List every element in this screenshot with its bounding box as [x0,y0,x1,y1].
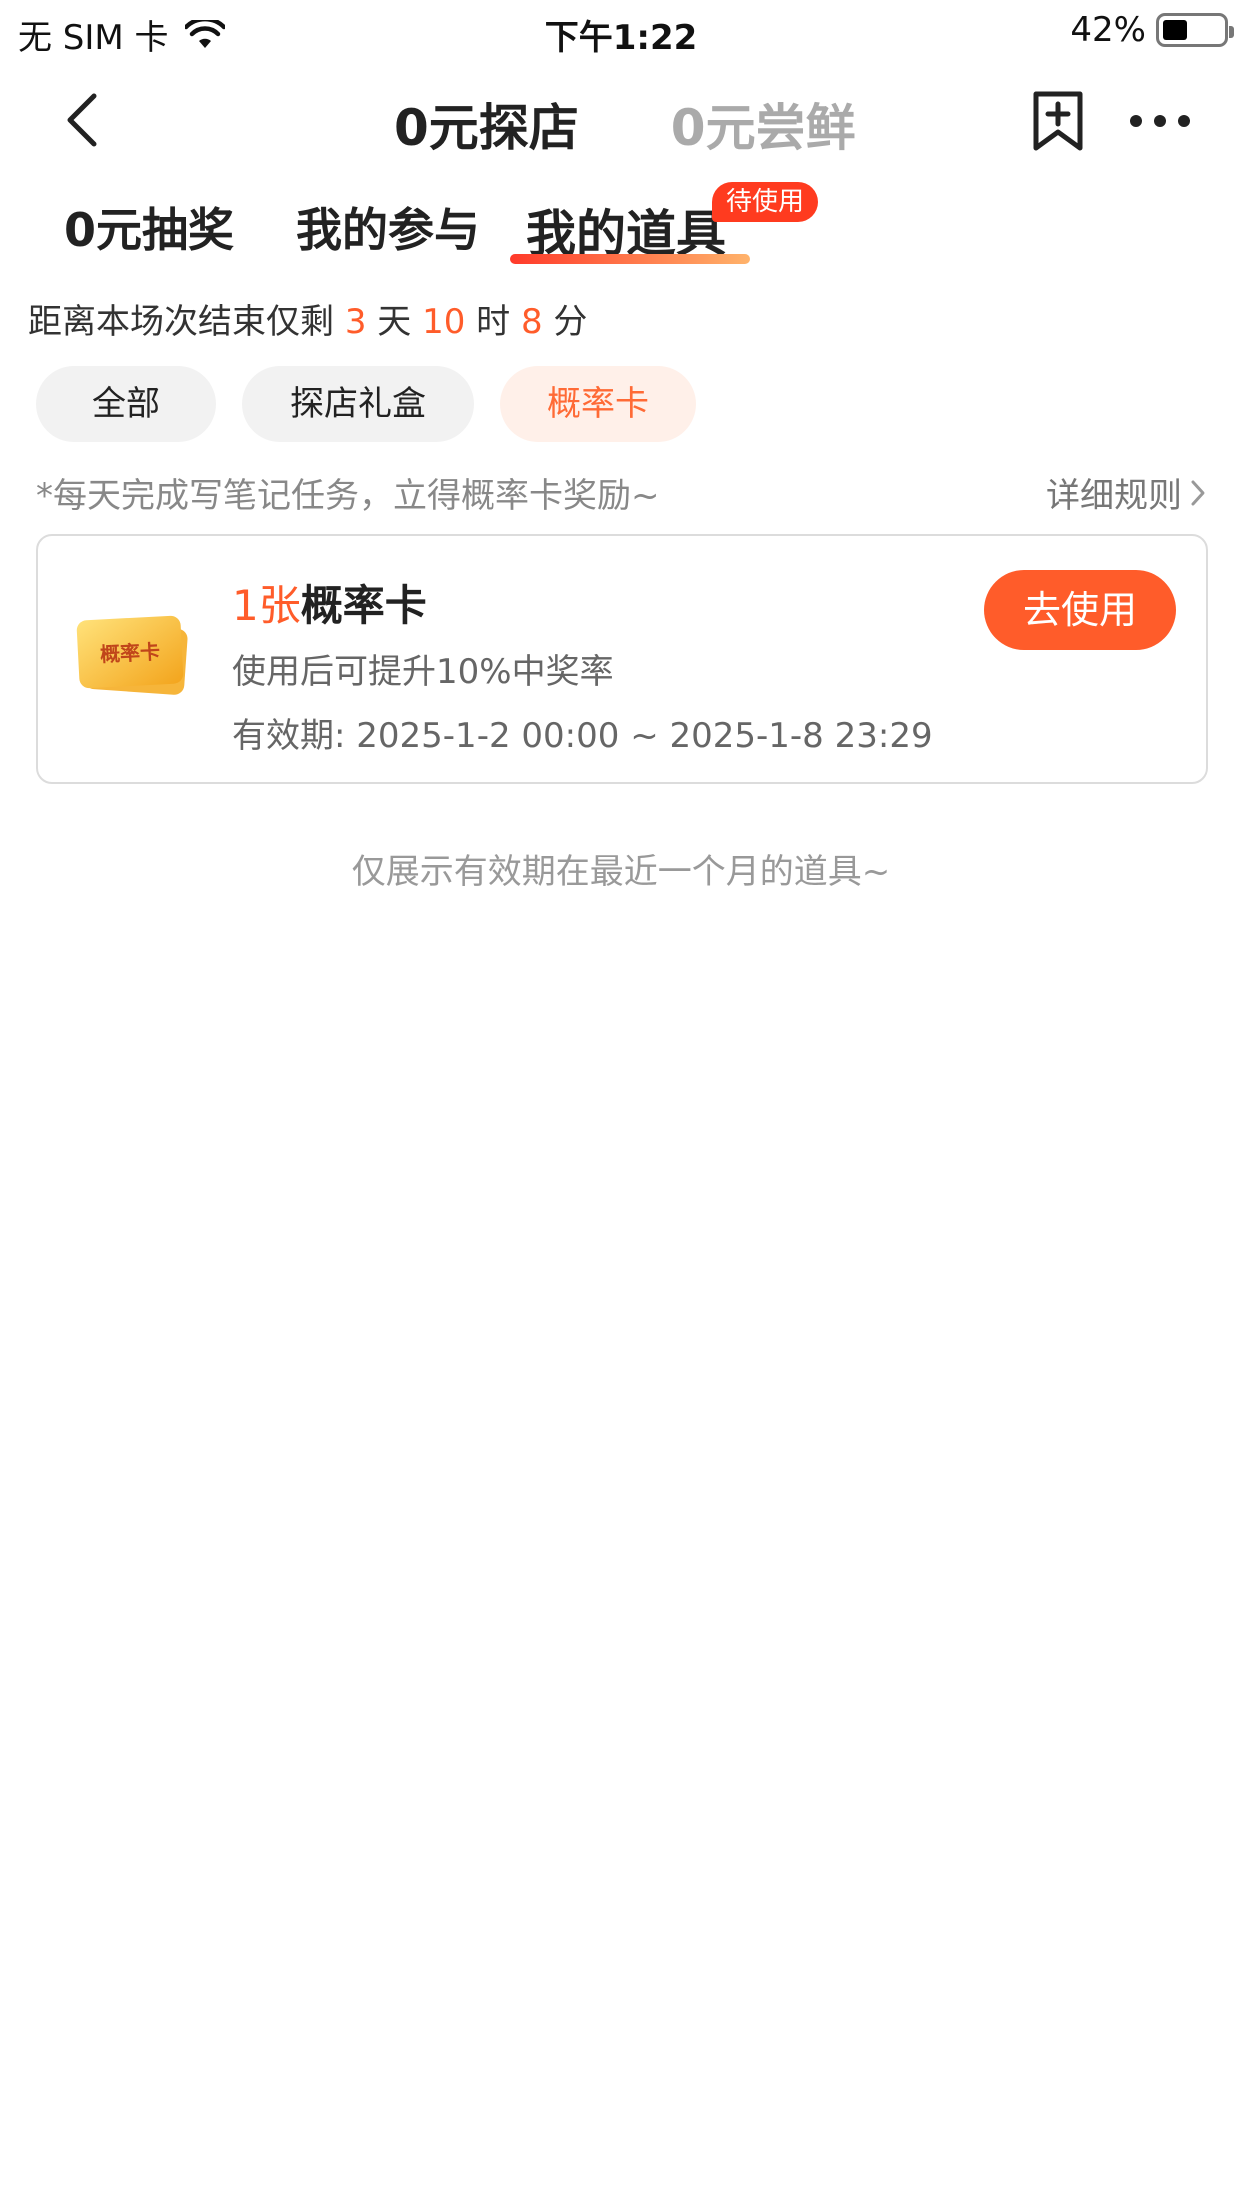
battery-icon [1156,13,1234,47]
back-button[interactable] [52,90,112,150]
filter-chip-probability-card[interactable]: 概率卡 [500,366,696,442]
nav-tabs: 0元探店 0元尝鲜 [394,88,856,160]
chevron-right-icon [1191,480,1205,505]
battery-percent: 42% [1070,10,1146,50]
card-title: 1张概率卡 [232,572,427,633]
status-bar: 无 SIM 卡 下午1:22 42% [0,0,1242,62]
countdown-prefix: 距离本场次结束仅剩 [28,302,334,342]
rules-link-label: 详细规则 [1046,476,1182,516]
bookmark-plus-icon [1033,91,1083,151]
more-options-button[interactable] [1130,106,1190,136]
tip-row: *每天完成写笔记任务，立得概率卡奖励~ 详细规则 [36,468,1206,516]
countdown-days-unit: 天 [377,302,412,342]
countdown-hours-unit: 时 [476,302,511,342]
card-quantity: 1张 [232,581,301,630]
probability-card-icon: 概率卡 [76,615,188,695]
countdown-minutes-unit: 分 [553,302,588,342]
battery-cap [1229,26,1234,38]
card-description: 使用后可提升10%中奖率 [232,652,614,692]
card-validity: 有效期: 2025-1-2 00:00 ~ 2025-1-8 23:29 [232,716,933,756]
more-dot-icon [1178,115,1190,127]
card-icon-text: 概率卡 [99,639,160,666]
countdown-text: 距离本场次结束仅剩 3 天 10 时 8 分 [28,294,587,343]
filter-chip-all[interactable]: 全部 [36,366,216,442]
countdown-minutes: 8 [520,302,543,342]
status-right: 42% [1070,10,1234,50]
countdown-days: 3 [344,302,367,342]
tab-0yuan-tandian[interactable]: 0元探店 [394,88,579,160]
tab-0yuan-changxian[interactable]: 0元尝鲜 [671,88,856,160]
tip-text: *每天完成写笔记任务，立得概率卡奖励~ [36,476,660,516]
battery-fill [1163,20,1188,40]
card-name: 概率卡 [300,581,427,630]
nav-bar: 0元探店 0元尝鲜 [0,62,1242,178]
more-dot-icon [1154,115,1166,127]
more-dot-icon [1130,115,1142,127]
filter-chip-gift-box[interactable]: 探店礼盒 [242,366,474,442]
page: 无 SIM 卡 下午1:22 42% 0元探店 0元尝鲜 0元抽奖 我的参与 我… [0,0,1242,2208]
footer-note: 仅展示有效期在最近一个月的道具~ [351,852,891,892]
chevron-left-icon [67,93,97,147]
subtab-my-participation[interactable]: 我的参与 [296,194,480,260]
pending-use-badge: 待使用 [712,182,819,222]
countdown-hours: 10 [422,302,466,342]
status-time: 下午1:22 [544,18,698,58]
rules-link[interactable]: 详细规则 [1046,468,1206,517]
bookmark-add-button[interactable] [1030,90,1086,152]
filter-chips: 全部 探店礼盒 概率卡 [36,366,696,442]
subtab-lottery[interactable]: 0元抽奖 [64,194,234,260]
sub-tabs: 0元抽奖 我的参与 我的道具 待使用 [0,178,1242,278]
active-tab-indicator [510,254,750,264]
item-card: 概率卡 1张概率卡 使用后可提升10%中奖率 有效期: 2025-1-2 00:… [36,534,1208,784]
use-button[interactable]: 去使用 [984,570,1176,650]
